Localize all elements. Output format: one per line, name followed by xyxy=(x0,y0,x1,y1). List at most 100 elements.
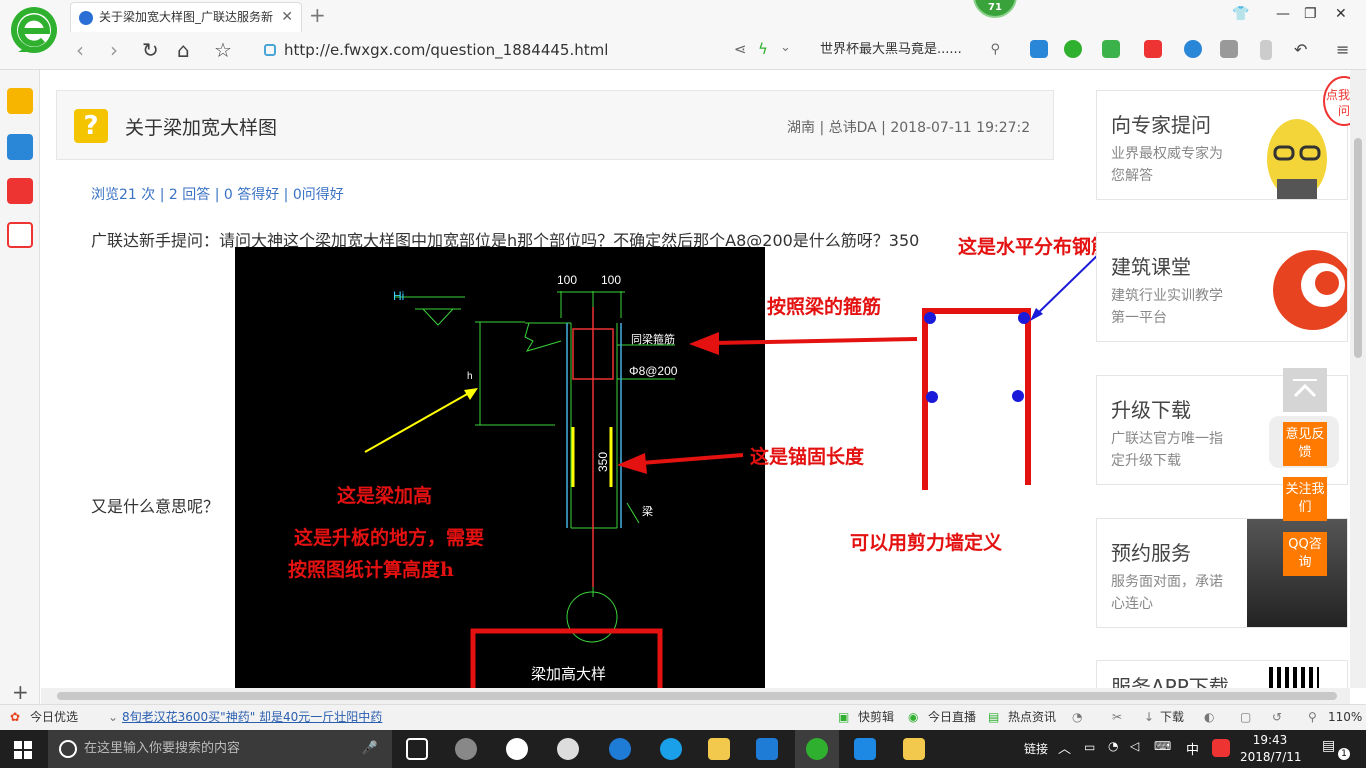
undo-icon[interactable]: ↶ xyxy=(1294,40,1312,59)
share-icon[interactable]: ⋖ xyxy=(734,40,747,58)
search-text: 世界杯最大黑马竟是...... xyxy=(820,42,962,57)
video-edit-icon: ▣ xyxy=(838,710,850,724)
back-icon[interactable]: ‹ xyxy=(76,38,84,62)
card-title: 服务APP下载 xyxy=(1111,675,1229,688)
card-title: 升级下载 xyxy=(1111,398,1191,422)
new-tab-icon[interactable]: + xyxy=(309,3,326,27)
minimize-icon[interactable]: — xyxy=(1276,6,1290,22)
favorite-star-icon[interactable]: ☆ xyxy=(214,38,232,62)
reload-icon[interactable]: ↺ xyxy=(1272,705,1282,730)
action-center-icon[interactable]: ▤ xyxy=(1322,738,1335,754)
download-label[interactable]: 下载 xyxy=(1160,705,1184,730)
internet-explorer-icon[interactable] xyxy=(660,738,682,760)
chevron-down-icon[interactable]: ⌄ xyxy=(780,40,791,55)
file-explorer-icon[interactable] xyxy=(708,738,730,760)
scroll-thumb[interactable] xyxy=(1354,138,1362,358)
browser-logo-icon[interactable] xyxy=(10,6,58,58)
qq-consult-button[interactable]: QQ咨询 xyxy=(1283,532,1327,576)
tab-close-icon[interactable]: ✕ xyxy=(281,3,293,31)
search-box[interactable]: 世界杯最大黑马竟是...... ⚲ xyxy=(810,37,1010,63)
tab-active[interactable]: 关于梁加宽大样图_广联达服务新 ✕ xyxy=(70,2,302,32)
magnifier-tool-icon[interactable] xyxy=(1184,40,1202,58)
notification-badge[interactable]: 71 xyxy=(973,0,1017,18)
shirt-icon[interactable]: 👕 xyxy=(1232,6,1249,22)
left-sidebar: + xyxy=(0,70,40,706)
hot-news-label[interactable]: 热点资讯 xyxy=(1008,705,1056,730)
tray-expand-icon[interactable]: ︿ xyxy=(1058,738,1071,757)
reading-list-icon[interactable] xyxy=(7,134,33,160)
speed-icon[interactable]: ◔ xyxy=(1072,705,1082,730)
ie-app-icon[interactable] xyxy=(506,738,528,760)
home-icon[interactable]: ⌂ xyxy=(177,38,190,62)
task-view-icon[interactable] xyxy=(406,738,428,760)
windows-start-icon[interactable] xyxy=(14,741,32,759)
weibo-icon[interactable] xyxy=(7,178,33,204)
url-text: http://e.fwxgx.com/question_1884445.html xyxy=(284,41,609,59)
card-classroom[interactable]: 建筑课堂 建筑行业实训教学第一平台 xyxy=(1096,232,1348,342)
window-icon[interactable]: ▢ xyxy=(1240,705,1251,730)
zoom-level[interactable]: 110% xyxy=(1328,705,1362,730)
card-app-download[interactable]: 服务APP下载 xyxy=(1096,660,1348,688)
wifi-icon[interactable]: ◔ xyxy=(1108,739,1118,753)
link-label[interactable]: 链接 xyxy=(1024,740,1048,757)
microphone-icon[interactable]: 🎤 xyxy=(362,730,378,768)
favorites-icon[interactable] xyxy=(7,88,33,114)
site-favicon-icon xyxy=(79,11,93,25)
fan-app-icon[interactable] xyxy=(455,738,477,760)
feedback-button[interactable]: 意见反馈 xyxy=(1283,422,1327,466)
chat-app-icon[interactable] xyxy=(557,738,579,760)
browser-chrome: 关于梁加宽大样图_广联达服务新 ✕ + 71 👕 — ❐ ✕ ‹ › ↻ ⌂ ☆… xyxy=(0,0,1366,70)
refresh-icon[interactable]: ↻ xyxy=(142,38,159,62)
menu-icon[interactable]: ≡ xyxy=(1336,40,1354,59)
classroom-logo-icon xyxy=(1273,250,1347,330)
iqiyi-icon[interactable] xyxy=(1030,40,1048,58)
card-ask-expert[interactable]: 向专家提问 业界最权威专家为您解答 xyxy=(1096,90,1348,200)
kuaijian-label[interactable]: 快剪辑 xyxy=(858,705,894,730)
tab-title: 关于梁加宽大样图_广联达服务新 xyxy=(99,10,274,24)
taskbar-clock[interactable]: 19:43 2018/7/11 xyxy=(1240,732,1302,766)
horizontal-scrollbar[interactable] xyxy=(41,688,1350,704)
card-title: 向专家提问 xyxy=(1111,113,1211,137)
tools-icon[interactable]: ✂ xyxy=(1112,705,1122,730)
address-bar[interactable]: http://e.fwxgx.com/question_1884445.html xyxy=(262,37,722,63)
battery-icon[interactable]: ▭ xyxy=(1084,740,1095,754)
lightning-icon[interactable]: ϟ xyxy=(758,40,768,58)
browser-status-bar: ✿ 今日优选 ⌄ 8旬老汉花3600买"神药" 却是40元一斤壮阳中药 ▣ 快剪… xyxy=(0,704,1366,730)
chevron-down-icon[interactable]: ⌄ xyxy=(108,705,118,730)
plus-app-icon[interactable] xyxy=(854,738,876,760)
search-icon[interactable]: ⚲ xyxy=(990,37,1000,63)
forward-icon[interactable]: › xyxy=(110,38,118,62)
mail-icon[interactable] xyxy=(7,222,33,248)
sogou-ime-icon[interactable] xyxy=(1212,739,1230,757)
today-pick-label[interactable]: 今日优选 xyxy=(30,705,78,730)
annotation-slab-raise-line2: 按照图纸计算高度h xyxy=(288,559,454,581)
back-to-top-button[interactable] xyxy=(1283,368,1327,412)
news-icon: ▤ xyxy=(988,710,1000,724)
notes-app-icon[interactable] xyxy=(903,738,925,760)
annotation-horizontal-rebar: 这是水平分布钢筋 xyxy=(958,236,1111,258)
translate-icon[interactable] xyxy=(1102,40,1120,58)
close-window-icon[interactable]: ✕ xyxy=(1335,6,1347,22)
add-sidebar-icon[interactable]: + xyxy=(12,680,29,704)
volume-icon[interactable]: ◁ xyxy=(1130,739,1139,753)
card-subtitle: 建筑行业实训教学第一平台 xyxy=(1111,288,1223,326)
vertical-scrollbar[interactable] xyxy=(1350,70,1366,688)
taskbar-search[interactable]: 在这里输入你要搜索的内容 🎤 xyxy=(48,730,392,768)
qr-code-image xyxy=(1269,667,1319,688)
mobile-icon[interactable] xyxy=(1260,40,1272,60)
ime-indicator[interactable]: 中 xyxy=(1186,739,1199,758)
browser-app-icon[interactable] xyxy=(806,738,828,760)
maximize-icon[interactable]: ❐ xyxy=(1304,6,1317,22)
follow-us-button[interactable]: 关注我们 xyxy=(1283,477,1327,521)
news-ticker-link[interactable]: 8旬老汉花3600买"神药" 却是40元一斤壮阳中药 xyxy=(122,705,382,730)
keyboard-icon[interactable]: ⌨ xyxy=(1154,739,1171,753)
annotation-shear-wall: 可以用剪力墙定义 xyxy=(850,532,1003,554)
scissors-icon[interactable] xyxy=(1144,40,1162,58)
glodon-app-icon[interactable] xyxy=(756,738,778,760)
edge-icon[interactable] xyxy=(609,738,631,760)
sound-icon[interactable]: ◐ xyxy=(1204,705,1214,730)
shield-icon[interactable] xyxy=(1064,40,1082,58)
apps-grid-icon[interactable] xyxy=(1220,40,1238,58)
scroll-thumb[interactable] xyxy=(57,692,1337,700)
live-label[interactable]: 今日直播 xyxy=(928,705,976,730)
